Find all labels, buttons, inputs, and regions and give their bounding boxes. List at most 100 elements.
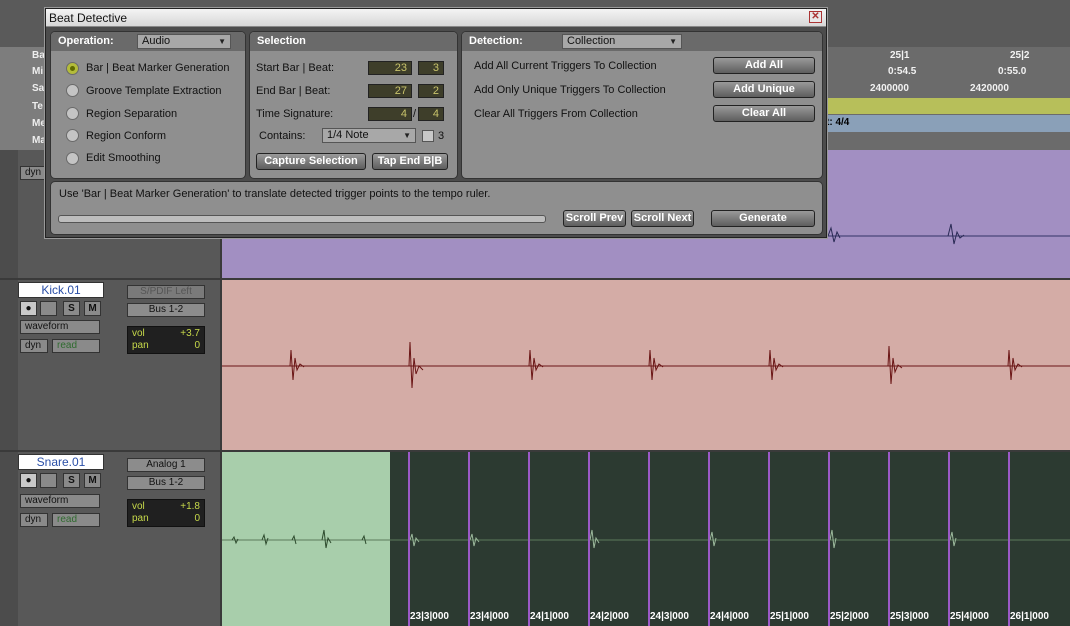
view-selector[interactable]: waveform bbox=[20, 494, 100, 508]
radio-label: Region Conform bbox=[86, 130, 167, 142]
meter-ruler-strip: t: 4/4 bbox=[826, 115, 1070, 132]
output-selector[interactable]: Bus 1-2 bbox=[127, 476, 205, 490]
detection-panel: Detection: Collection ▼ Add All Current T… bbox=[461, 31, 823, 179]
beat-marker-label: 24|2|000 bbox=[590, 611, 629, 622]
dyn-button[interactable]: dyn bbox=[20, 339, 48, 353]
detection-mode-dropdown[interactable]: Collection ▼ bbox=[562, 34, 682, 49]
add-all-button[interactable]: Add All bbox=[713, 57, 815, 74]
ruler-name: Mi bbox=[0, 63, 48, 81]
track-name[interactable]: Snare.01 bbox=[18, 454, 104, 470]
footer-panel: Use 'Bar | Beat Marker Generation' to tr… bbox=[50, 181, 823, 235]
beat-marker[interactable] bbox=[468, 452, 470, 626]
beat-marker[interactable] bbox=[948, 452, 950, 626]
start-bar-field[interactable]: 23 bbox=[368, 61, 412, 75]
time-sig-denominator-field[interactable]: 4 bbox=[418, 107, 444, 121]
tap-end-bar-beat-button[interactable]: Tap End B|B bbox=[372, 153, 448, 170]
output-selector[interactable]: Bus 1-2 bbox=[127, 303, 205, 317]
beat-marker-layer: 23|3|000 23|4|000 24|1|000 24|2|000 24|3|000… bbox=[222, 452, 1070, 626]
beat-marker[interactable] bbox=[708, 452, 710, 626]
mute-button[interactable]: M bbox=[84, 473, 101, 488]
beat-marker[interactable] bbox=[588, 452, 590, 626]
input-monitor-button[interactable] bbox=[40, 301, 57, 316]
capture-selection-button[interactable]: Capture Selection bbox=[256, 153, 366, 170]
dyn-button[interactable]: dyn bbox=[20, 166, 48, 180]
selection-label: Selection bbox=[257, 35, 306, 47]
pan-value: 0 bbox=[194, 513, 200, 524]
beat-marker-label: 23|4|000 bbox=[470, 611, 509, 622]
beat-marker-label: 24|1|000 bbox=[530, 611, 569, 622]
solo-button[interactable]: S bbox=[63, 473, 80, 488]
ruler-value: 25|1 bbox=[890, 50, 910, 61]
mute-button[interactable]: M bbox=[84, 301, 101, 316]
beat-marker[interactable] bbox=[408, 452, 410, 626]
start-bar-beat-label: Start Bar | Beat: bbox=[256, 62, 335, 74]
status-message: Use 'Bar | Beat Marker Generation' to tr… bbox=[59, 188, 491, 200]
window-titlebar[interactable]: Beat Detective ✕ bbox=[46, 9, 826, 27]
radio-region-separation[interactable] bbox=[66, 107, 79, 120]
generate-button[interactable]: Generate bbox=[711, 210, 815, 227]
radio-edit-smoothing[interactable] bbox=[66, 152, 79, 165]
track-kick-lane[interactable] bbox=[222, 280, 1070, 450]
radio-bar-beat-marker-generation[interactable] bbox=[66, 62, 79, 75]
close-icon[interactable]: ✕ bbox=[809, 11, 822, 23]
beat-marker-label: 25|3|000 bbox=[890, 611, 929, 622]
track-top-strip bbox=[0, 150, 18, 278]
chevron-down-icon: ▼ bbox=[403, 131, 411, 140]
detection-row-text: Add Only Unique Triggers To Collection bbox=[474, 84, 666, 96]
radio-region-conform[interactable] bbox=[66, 129, 79, 142]
automation-mode-selector[interactable]: read bbox=[52, 513, 100, 527]
radio-groove-template-extraction[interactable] bbox=[66, 84, 79, 97]
start-beat-field[interactable]: 3 bbox=[418, 61, 444, 75]
end-beat-field[interactable]: 2 bbox=[418, 84, 444, 98]
input-monitor-button[interactable] bbox=[40, 473, 57, 488]
detection-mode-value: Collection bbox=[567, 35, 616, 47]
time-sig-separator: / bbox=[413, 108, 417, 120]
radio-label: Edit Smoothing bbox=[86, 152, 161, 164]
contains-note-dropdown[interactable]: 1/4 Note ▼ bbox=[322, 128, 416, 143]
input-selector[interactable]: S/PDIF Left bbox=[127, 285, 205, 299]
automation-mode-selector[interactable]: read bbox=[52, 339, 100, 353]
vol-pan-display[interactable]: vol +1.8 pan 0 bbox=[127, 499, 205, 527]
beat-marker[interactable] bbox=[528, 452, 530, 626]
scroll-prev-button[interactable]: Scroll Prev bbox=[563, 210, 626, 227]
track-snare-header: Snare.01 ● S M waveform dyn read Analog … bbox=[0, 452, 220, 626]
track-kick-strip bbox=[0, 280, 18, 450]
pan-value: 0 bbox=[194, 340, 200, 351]
clear-all-button[interactable]: Clear All bbox=[713, 105, 815, 122]
beat-marker-label: 25|1|000 bbox=[770, 611, 809, 622]
scroll-next-button[interactable]: Scroll Next bbox=[631, 210, 694, 227]
add-unique-button[interactable]: Add Unique bbox=[713, 81, 815, 98]
triplet-checkbox[interactable] bbox=[422, 130, 434, 142]
time-sig-numerator-field[interactable]: 4 bbox=[368, 107, 412, 121]
ruler-value: 2420000 bbox=[970, 83, 1009, 94]
beat-marker[interactable] bbox=[1008, 452, 1010, 626]
beat-marker-label: 26|1|000 bbox=[1010, 611, 1049, 622]
solo-button[interactable]: S bbox=[63, 301, 80, 316]
dyn-button[interactable]: dyn bbox=[20, 513, 48, 527]
detection-row-text: Clear All Triggers From Collection bbox=[474, 108, 638, 120]
view-selector[interactable]: waveform bbox=[20, 320, 100, 334]
meter-value: t: 4/4 bbox=[826, 117, 850, 128]
beat-marker[interactable] bbox=[648, 452, 650, 626]
track-name[interactable]: Kick.01 bbox=[18, 282, 104, 298]
detection-label: Detection: bbox=[469, 35, 523, 47]
input-selector[interactable]: Analog 1 bbox=[127, 458, 205, 472]
vol-pan-display[interactable]: vol +3.7 pan 0 bbox=[127, 326, 205, 354]
beat-marker[interactable] bbox=[828, 452, 830, 626]
operation-type-value: Audio bbox=[142, 35, 171, 47]
record-button[interactable]: ● bbox=[20, 473, 37, 488]
track-snare-strip bbox=[0, 452, 18, 626]
record-button[interactable]: ● bbox=[20, 301, 37, 316]
ruler-value: 0:54.5 bbox=[888, 66, 917, 77]
beat-marker[interactable] bbox=[768, 452, 770, 626]
tempo-ruler-strip bbox=[826, 98, 1070, 114]
vol-label: vol bbox=[132, 328, 145, 339]
beat-marker[interactable] bbox=[888, 452, 890, 626]
track-snare-lane[interactable]: 23|3|000 23|4|000 24|1|000 24|2|000 24|3|000… bbox=[222, 452, 1070, 626]
track-kick-waveform bbox=[222, 341, 1070, 389]
end-bar-field[interactable]: 27 bbox=[368, 84, 412, 98]
ruler-name: Me bbox=[0, 115, 48, 133]
operation-type-dropdown[interactable]: Audio ▼ bbox=[137, 34, 231, 49]
triplet-label: 3 bbox=[438, 130, 445, 142]
chevron-down-icon: ▼ bbox=[218, 37, 226, 46]
